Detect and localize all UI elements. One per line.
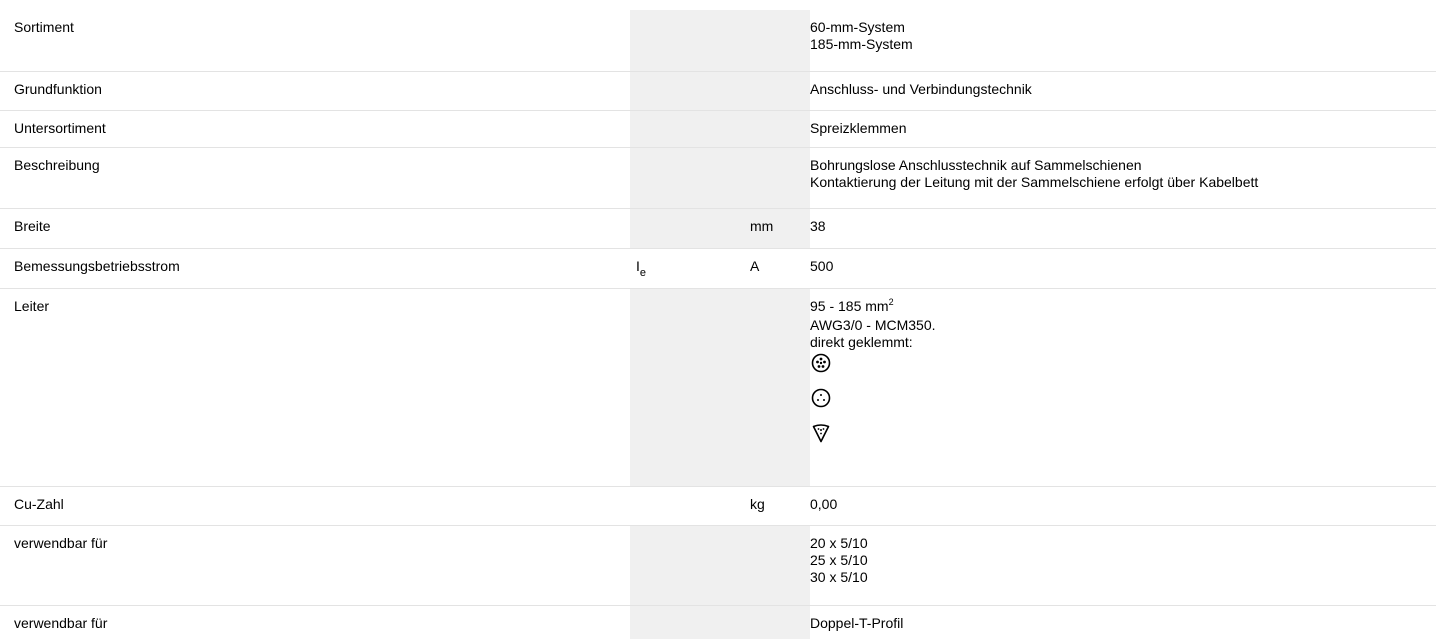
row-symbol [630, 71, 744, 111]
row-unit: A [744, 248, 810, 289]
row-label: Sortiment [0, 10, 630, 72]
row-label: Bemessungsbetriebsstrom [0, 248, 630, 289]
row-label: Untersortiment [0, 110, 630, 148]
row-symbol [630, 288, 744, 487]
row-value: 0,00 [810, 486, 1436, 526]
row-label: verwendbar für [0, 525, 630, 606]
page-title [0, 0, 1436, 10]
row-value: 60-mm-System 185-mm-System [810, 10, 1436, 72]
row-symbol [630, 10, 744, 72]
table-row: Beschreibung Bohrungslose Anschlusstechn… [0, 147, 1436, 209]
row-label: verwendbar für [14, 614, 108, 631]
value-line: 0,00 [810, 495, 838, 512]
row-unit [744, 525, 810, 606]
value-line: 30 x 5/10 [810, 568, 868, 585]
row-label: Grundfunktion [0, 71, 630, 111]
row-label: Cu-Zahl [0, 486, 630, 526]
value-line: 25 x 5/10 [810, 551, 868, 568]
row-label: Beschreibung [0, 147, 630, 209]
table-row: verwendbar für Doppel-T-Profil [0, 605, 1436, 639]
value-line: 95 - 185 mm2 [810, 296, 1436, 317]
row-value: Anschluss- und Verbindungstechnik [810, 71, 1436, 111]
row-value: Spreizklemmen [810, 110, 1436, 148]
row-value: 38 [810, 208, 1436, 249]
table-row: Grundfunktion Anschluss- und Verbindungs… [0, 71, 1436, 111]
row-symbol [630, 525, 744, 606]
row-unit [744, 110, 810, 148]
row-value: 95 - 185 mm2 AWG3/0 - MCM350. direkt gek… [810, 288, 1436, 487]
row-value: 500 [810, 248, 1436, 289]
sector-conductor-icon [810, 421, 1436, 456]
value-line: 500 [810, 257, 834, 274]
table-row: Cu-Zahl kg 0,00 [0, 486, 1436, 526]
row-unit: kg [744, 486, 810, 526]
row-unit [744, 288, 810, 487]
row-symbol [630, 486, 744, 526]
conductor-range: 95 - 185 mm [810, 297, 889, 314]
value-line: Spreizklemmen [810, 119, 907, 136]
value-line: AWG3/0 - MCM350. [810, 316, 936, 333]
row-value: 20 x 5/10 25 x 5/10 30 x 5/10 [810, 525, 1436, 606]
value-line: 20 x 5/10 [810, 534, 868, 551]
value-line: Bohrungslose Anschlusstechnik auf Sammel… [810, 156, 1142, 173]
value-line: 60-mm-System [810, 19, 905, 35]
row-symbol: Ie [630, 248, 744, 289]
stranded-conductor-icon [810, 351, 1436, 386]
specification-table: Sortiment 60-mm-System 185-mm-System Gru… [0, 10, 1436, 639]
row-label: Leiter [0, 288, 630, 487]
superscript: 2 [888, 296, 894, 307]
value-line: Anschluss- und Verbindungstechnik [810, 80, 1032, 97]
row-value: Doppel-T-Profil [810, 605, 1436, 639]
table-row: Sortiment 60-mm-System 185-mm-System [0, 10, 1436, 72]
value-line: 38 [810, 217, 826, 234]
value-line: direkt geklemmt: [810, 333, 913, 350]
row-symbol [630, 110, 744, 148]
table-row: verwendbar für 20 x 5/10 25 x 5/10 30 x … [0, 525, 1436, 606]
value-line: Doppel-T-Profil [810, 614, 904, 631]
row-symbol [630, 147, 744, 209]
row-value: Bohrungslose Anschlusstechnik auf Sammel… [810, 147, 1436, 209]
row-label: Breite [0, 208, 630, 249]
table-row: Untersortiment Spreizklemmen [0, 110, 1436, 148]
row-unit [744, 605, 810, 639]
row-unit [744, 147, 810, 209]
row-symbol [630, 605, 744, 639]
row-unit [744, 71, 810, 111]
table-row: Leiter 95 - 185 mm2 AWG3/0 - MCM350. dir… [0, 288, 1436, 487]
table-row: Breite mm 38 [0, 208, 1436, 249]
value-line: Kontaktierung der Leitung mit der Sammel… [810, 173, 1259, 190]
row-unit [744, 10, 810, 72]
value-line: 185-mm-System [810, 36, 913, 52]
row-unit: mm [744, 208, 810, 249]
table-row: Bemessungsbetriebsstrom Ie A 500 [0, 248, 1436, 289]
symbol-subscript: e [639, 266, 647, 279]
row-symbol [630, 208, 744, 249]
fine-stranded-conductor-icon [810, 386, 1436, 421]
